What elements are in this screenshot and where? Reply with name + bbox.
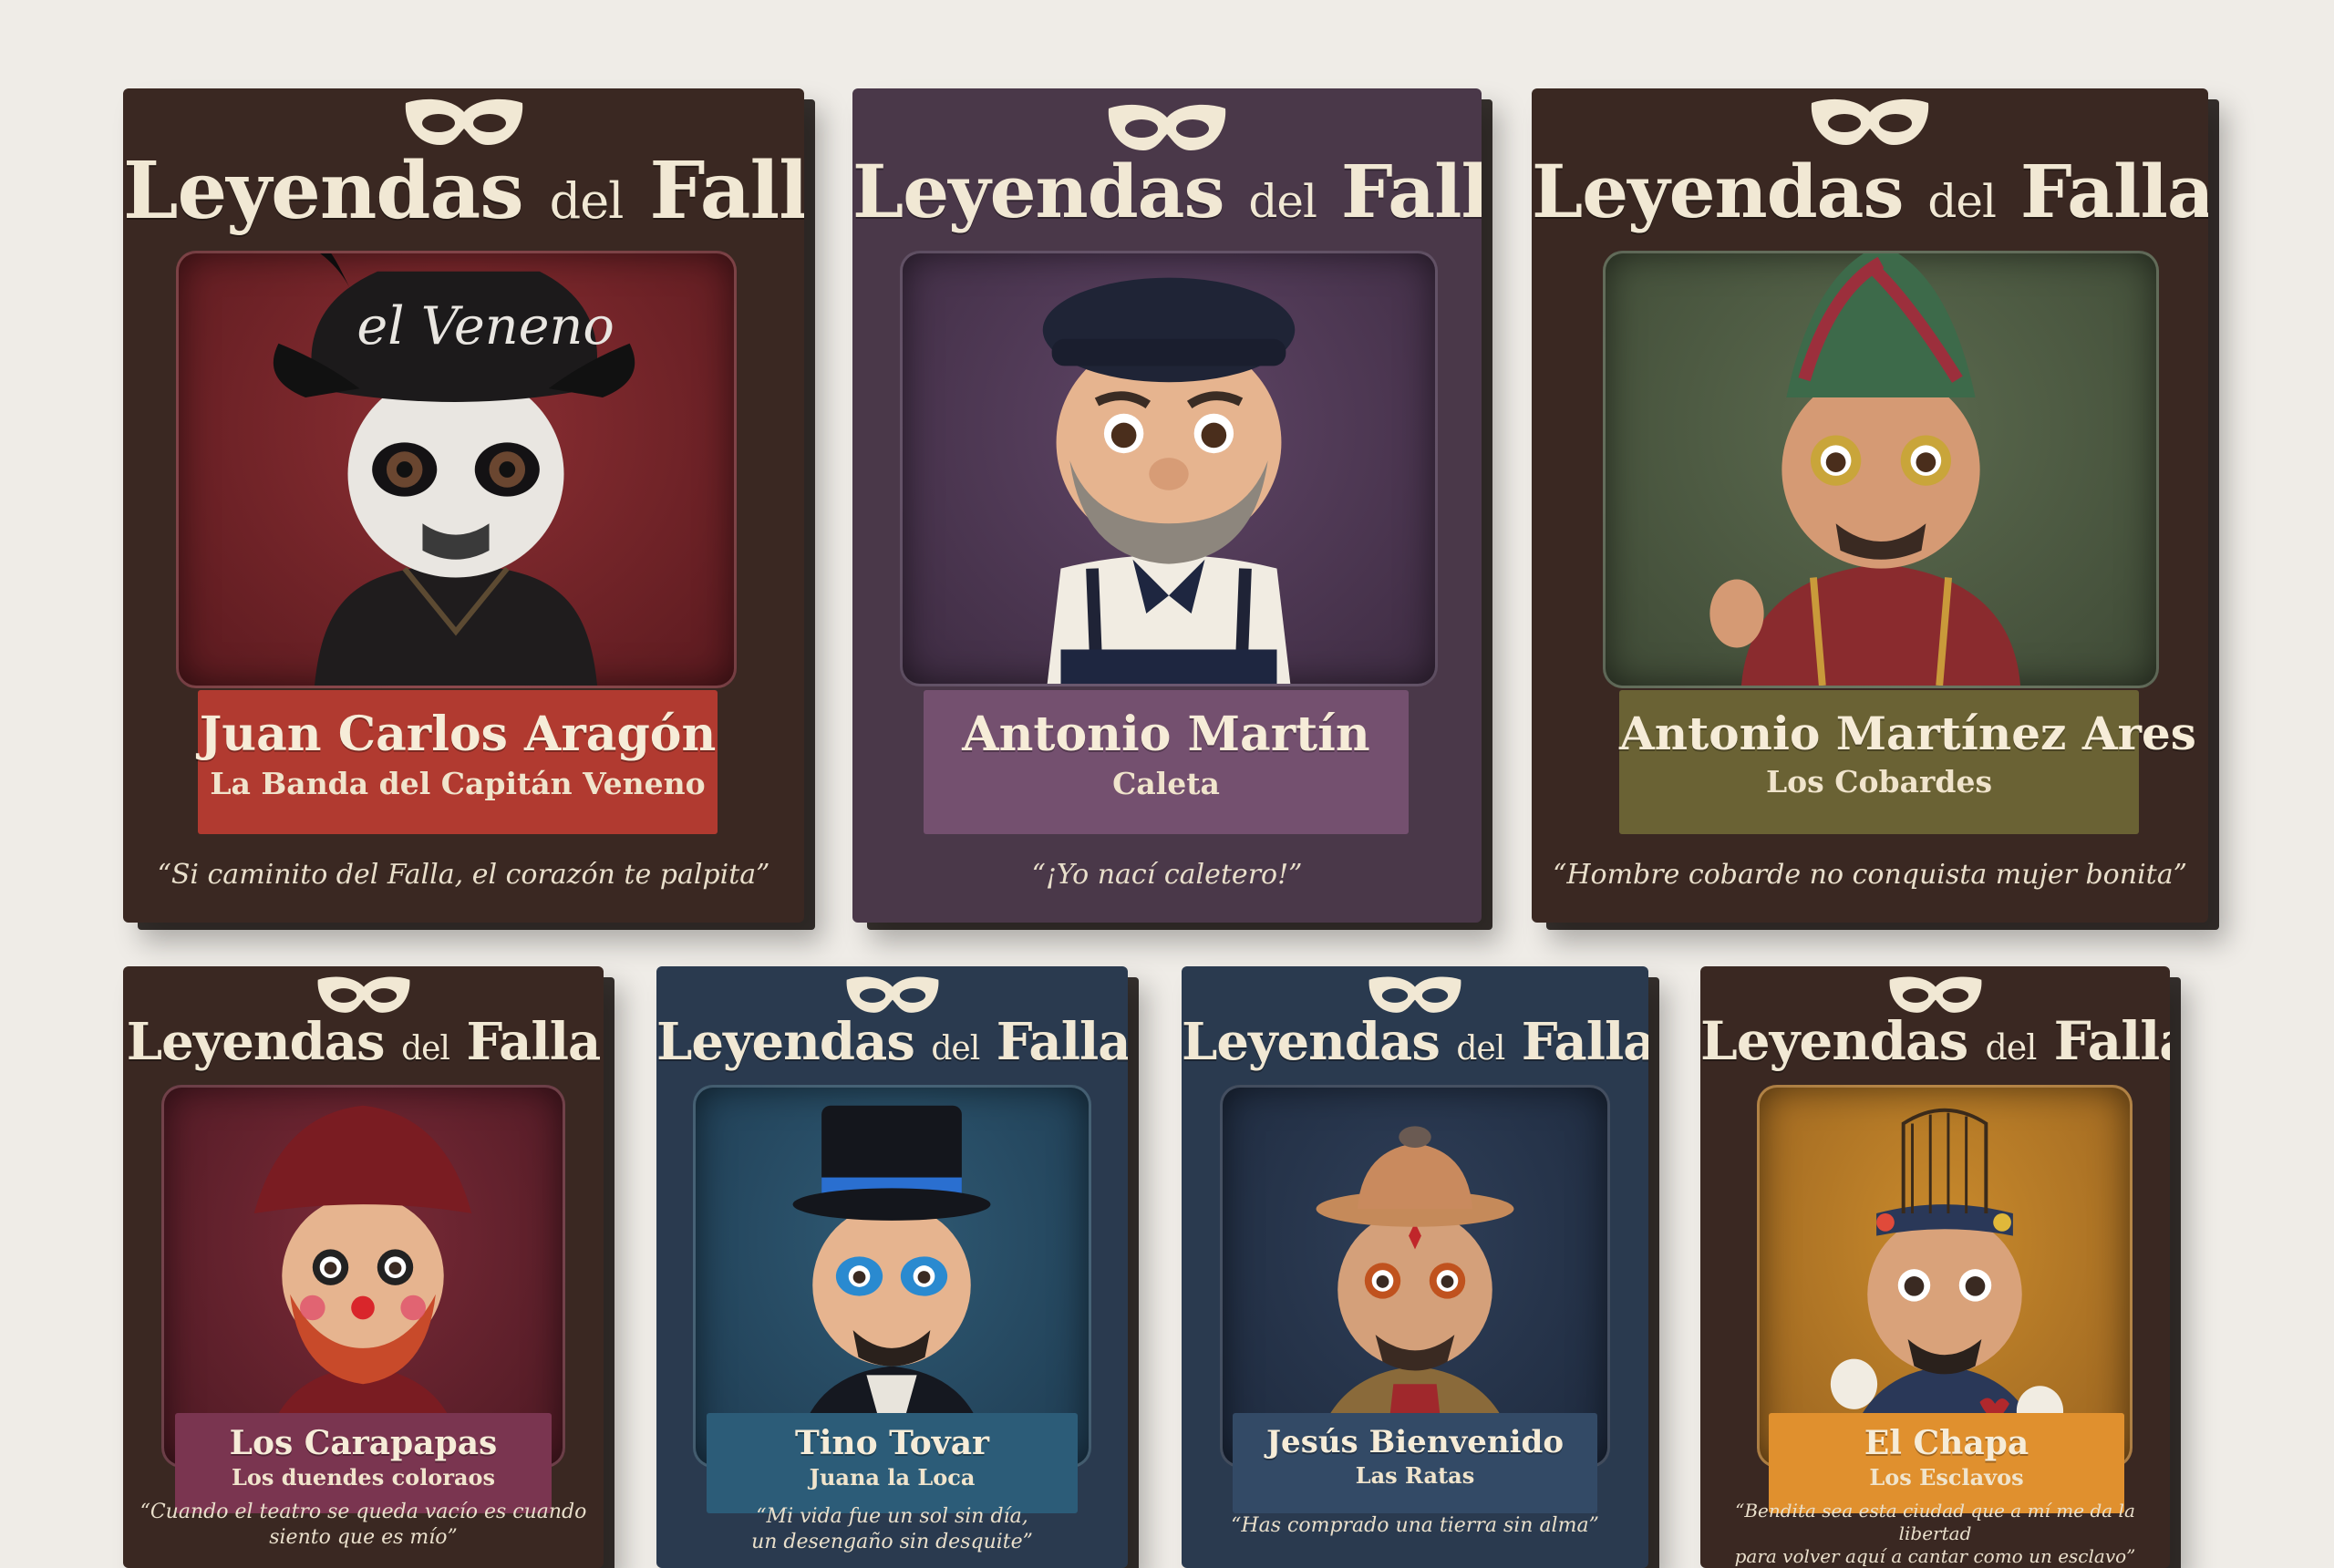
character-name: Tino Tovar: [794, 1424, 990, 1462]
character-quote: “Bendita sea esta ciudad que a mí me da …: [1734, 1500, 2136, 1567]
figure-window: [1757, 1085, 2133, 1468]
name-plate: Tino Tovar Juana la Loca: [707, 1413, 1078, 1513]
character-quote: “Si caminito del Falla, el corazón te pa…: [157, 859, 770, 891]
name-plate: Antonio Martín Caleta: [924, 690, 1409, 834]
hat-text: el Veneno: [356, 295, 614, 356]
figure-window: [161, 1085, 565, 1468]
name-plate: El Chapa Los Esclavos: [1769, 1413, 2124, 1513]
brand-title: Leyendas del Falla: [1182, 1012, 1648, 1072]
character-group: Juana la Loca: [809, 1464, 976, 1491]
character-quote: “¡Yo nací caletero!”: [1031, 859, 1303, 891]
figure-los-cobardes: [1709, 253, 2021, 686]
brand-title: Leyendas del Falla: [656, 1012, 1128, 1072]
character-name: Los Carapapas: [229, 1424, 498, 1462]
brand-title: Leyendas del Falla: [1700, 1010, 2170, 1072]
legend-card-jesus-bienvenido[interactable]: Leyendas del Falla Jesús Bienvenido Las …: [1182, 966, 1648, 1568]
legend-card-tino-tovar[interactable]: Leyendas del Falla Tino Tovar Juana la L…: [656, 966, 1128, 1568]
figure-los-esclavos: [1830, 1108, 2064, 1465]
legend-card-juan-carlos-aragon[interactable]: Leyendas del Falla el Veneno Juan Carlos…: [123, 88, 804, 923]
name-plate: Juan Carlos Aragón La Banda del Capitán …: [198, 690, 718, 834]
character-group: Los Esclavos: [1869, 1464, 2024, 1491]
brand-title: Leyendas del Falla: [852, 149, 1482, 234]
character-group: Caleta: [1112, 766, 1220, 801]
carnival-mask-icon: [1365, 974, 1465, 1017]
legend-card-antonio-martinez-ares[interactable]: Leyendas del Falla Antonio Martínez Ares…: [1532, 88, 2208, 923]
character-group: Las Ratas: [1355, 1462, 1475, 1489]
character-quote: “Mi vida fue un sol sin día, un desengañ…: [751, 1505, 1033, 1553]
legend-card-antonio-martin[interactable]: Leyendas del Falla Antonio Martín Caleta…: [852, 88, 1482, 923]
name-plate: Los Carapapas Los duendes coloraos: [175, 1413, 552, 1513]
character-quote: “Cuando el teatro se queda vacío es cuan…: [139, 1501, 587, 1549]
figure-window: [1220, 1085, 1610, 1468]
character-name: Juan Carlos Aragón: [199, 707, 717, 762]
brand-title: Leyendas del Falla: [126, 1012, 602, 1072]
figure-window: [693, 1085, 1091, 1468]
figure-carapapas: [253, 1105, 472, 1465]
legend-card-el-chapa[interactable]: Leyendas del Falla El Chapa Los Esclavos…: [1700, 966, 2170, 1568]
name-plate: Jesús Bienvenido Las Ratas: [1233, 1413, 1597, 1513]
carnival-mask-icon: [400, 96, 528, 150]
legend-card-los-carapapas[interactable]: Leyendas del Falla Los Carapapas Los due…: [123, 966, 604, 1568]
carnival-mask-icon: [1103, 101, 1231, 156]
character-group: Los Cobardes: [1765, 764, 1993, 799]
character-name: El Chapa: [1864, 1424, 2029, 1462]
character-quote: “Hombre cobarde no conquista mujer bonit…: [1553, 859, 2187, 891]
carnival-mask-icon: [1806, 96, 1934, 150]
character-name: Jesús Bienvenido: [1265, 1424, 1565, 1460]
brand-title: Leyendas del Falla: [1532, 149, 2208, 234]
figure-window: el Veneno: [176, 251, 737, 688]
carnival-mask-icon: [314, 974, 414, 1017]
brand-title: Leyendas del Falla: [123, 145, 804, 237]
figure-window: [1603, 251, 2159, 688]
figure-juana-la-loca: [792, 1105, 991, 1465]
carnival-mask-icon: [842, 974, 943, 1017]
figure-caleta: [1042, 277, 1296, 684]
figure-el-veneno: el Veneno: [273, 253, 635, 686]
character-name: Antonio Martínez Ares: [1619, 707, 2196, 760]
character-group: Los duendes coloraos: [231, 1464, 496, 1491]
character-name: Antonio Martín: [962, 707, 1370, 762]
figure-las-ratas: [1312, 1126, 1518, 1465]
character-group: La Banda del Capitán Veneno: [210, 766, 706, 801]
character-quote: “Has comprado una tierra sin alma”: [1231, 1514, 1599, 1537]
figure-window: [900, 251, 1438, 686]
name-plate: Antonio Martínez Ares Los Cobardes: [1619, 690, 2196, 834]
